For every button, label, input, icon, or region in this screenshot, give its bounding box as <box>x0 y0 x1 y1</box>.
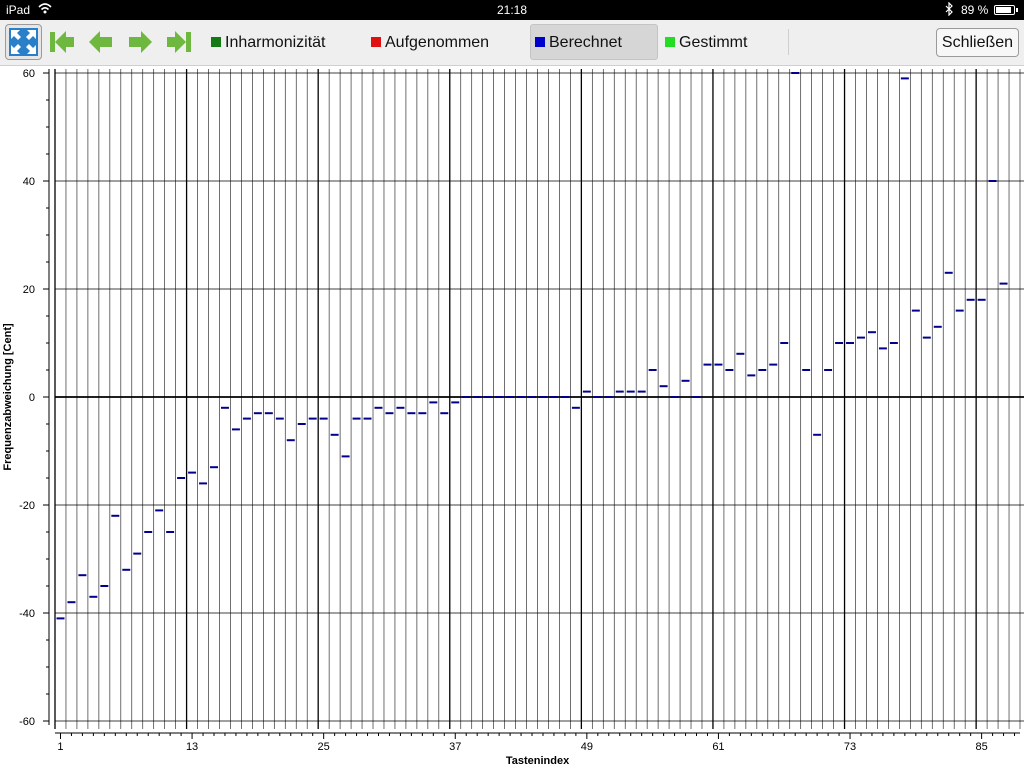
legend-swatch <box>211 37 221 47</box>
skip-last-icon <box>164 31 194 63</box>
chart-series <box>56 72 1008 620</box>
chart-axes <box>43 69 1020 739</box>
close-button[interactable]: Schließen <box>936 28 1019 57</box>
next-button[interactable] <box>125 25 155 59</box>
x-tick-label: 85 <box>975 741 987 753</box>
battery-tip <box>1016 8 1018 12</box>
legend-swatch <box>665 37 675 47</box>
y-tick-label: -20 <box>19 500 35 512</box>
y-axis-title: Frequenzabweichung [Cent] <box>2 323 14 471</box>
deviation-chart: -60 -40 -20 0 20 40 60 1 13 25 37 49 61 73 85 Tastenind… <box>2 68 1024 767</box>
y-tick-label: -40 <box>19 608 35 620</box>
x-tick-label: 61 <box>712 741 724 753</box>
first-button[interactable] <box>47 25 77 59</box>
battery-icon <box>994 5 1015 15</box>
x-tick-label: 73 <box>844 741 856 753</box>
clock: 21:18 <box>496 3 528 17</box>
chart-grid <box>54 69 1024 729</box>
legend-label: Aufgenommen <box>385 34 490 51</box>
x-axis-title: Tastenindex <box>506 755 570 767</box>
battery-percent: 89 % <box>961 3 989 17</box>
legend-swatch <box>371 37 381 47</box>
fullscreen-button[interactable] <box>5 24 42 60</box>
x-tick-label: 1 <box>57 741 63 753</box>
last-button[interactable] <box>164 25 194 59</box>
bluetooth-icon <box>944 1 954 19</box>
arrow-left-icon <box>86 31 116 63</box>
status-bar: iPad 21:18 89 % <box>0 0 1024 20</box>
legend-label: Berechnet <box>549 34 622 51</box>
y-tick-label: -60 <box>19 716 35 728</box>
toolbar-divider <box>788 29 789 55</box>
previous-button[interactable] <box>86 25 116 59</box>
legend-label: Inharmonizität <box>225 34 326 51</box>
legend-swatch <box>535 37 545 47</box>
skip-first-icon <box>47 31 77 63</box>
x-tick-label: 49 <box>581 741 593 753</box>
y-tick-label: 0 <box>29 392 35 404</box>
x-tick-label: 13 <box>186 741 198 753</box>
y-tick-label: 20 <box>23 284 35 296</box>
toolbar: Inharmonizität Aufgenommen Berechnet Ges… <box>0 20 1024 66</box>
y-tick-label: 60 <box>23 68 35 80</box>
expand-icon <box>6 28 41 63</box>
arrow-right-icon <box>125 31 155 63</box>
y-tick-label: 40 <box>23 176 35 188</box>
x-tick-label: 37 <box>449 741 461 753</box>
x-tick-label: 25 <box>318 741 330 753</box>
chart-labels: -60 -40 -20 0 20 40 60 1 13 25 37 49 61 73 85 Tastenind… <box>2 68 988 767</box>
legend-label: Gestimmt <box>679 34 748 51</box>
